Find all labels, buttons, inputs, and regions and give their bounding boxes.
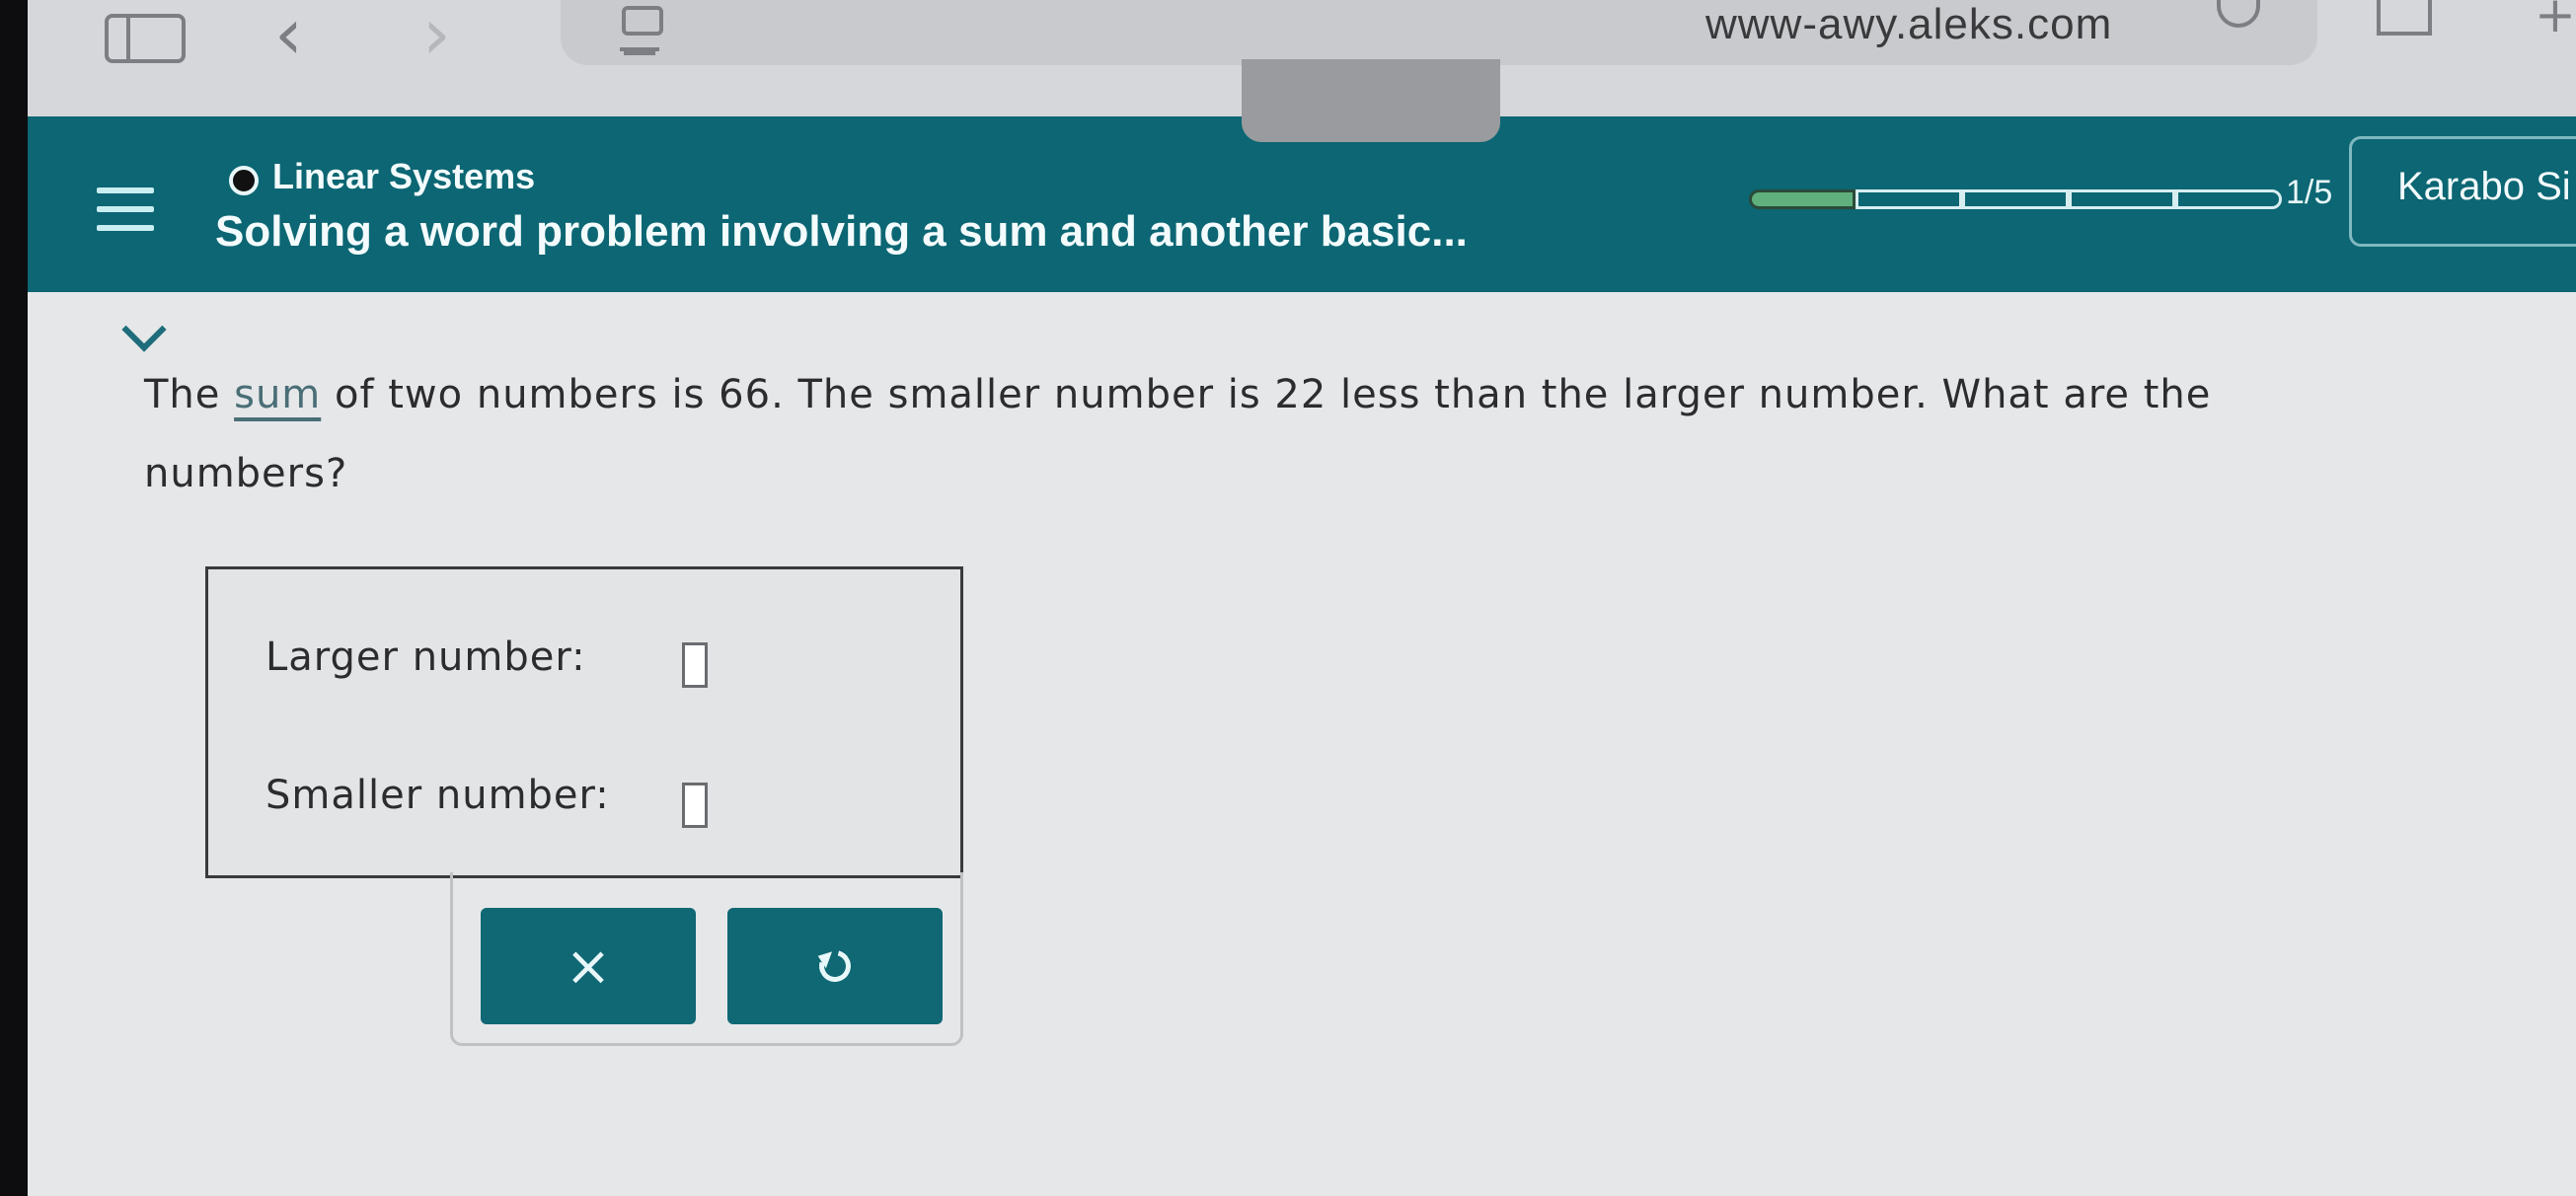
progress-segment-1	[1749, 189, 1856, 209]
answer-panel: Larger number: Smaller number:	[205, 566, 963, 878]
problem-text-rest: of two numbers is 66. The smaller number…	[144, 372, 2212, 496]
problem-statement: The sum of two numbers is 66. The smalle…	[144, 355, 2414, 513]
back-chevron-icon[interactable]: ‹	[274, 0, 303, 75]
clear-button[interactable]: ×	[481, 908, 696, 1024]
undo-icon	[813, 944, 857, 988]
progress-count: 1/5	[2286, 174, 2333, 211]
share-icon[interactable]	[2377, 0, 2432, 36]
user-menu[interactable]: Karabo Si	[2349, 136, 2576, 247]
reader-tabs-icon[interactable]	[620, 0, 663, 55]
larger-number-input[interactable]	[682, 642, 708, 688]
smaller-number-label: Smaller number:	[265, 773, 610, 818]
progress-segment-3	[1962, 189, 2069, 209]
sum-definition-link[interactable]: sum	[234, 372, 321, 417]
device-screen: www-awy.aleks.com ‹ › + Linear Systems S…	[28, 0, 2576, 1196]
aleks-header: Linear Systems Solving a word problem in…	[28, 116, 2576, 292]
progress-segment-4	[2069, 189, 2175, 209]
address-bar-url[interactable]: www-awy.aleks.com	[1705, 0, 2112, 49]
progress-segment-5	[2175, 189, 2282, 209]
close-icon: ×	[565, 934, 612, 999]
window-grabber-handle[interactable]	[1242, 59, 1500, 142]
lesson-title: Solving a word problem involving a sum a…	[215, 207, 1468, 256]
sidebar-toggle-icon[interactable]	[105, 14, 186, 63]
hamburger-menu-icon[interactable]	[97, 187, 154, 231]
forward-chevron-icon[interactable]: ›	[422, 0, 451, 75]
new-tab-icon[interactable]: +	[2535, 0, 2576, 43]
smaller-number-input[interactable]	[682, 783, 708, 828]
topic-label: Linear Systems	[272, 156, 536, 196]
address-bar[interactable]: www-awy.aleks.com	[561, 0, 2317, 65]
topic-status-dot-icon	[229, 166, 259, 195]
undo-button[interactable]	[727, 908, 943, 1024]
user-name[interactable]: Karabo Si	[2397, 165, 2571, 209]
problem-text-start: The	[144, 372, 235, 417]
larger-number-label: Larger number:	[265, 635, 586, 680]
answer-toolbar: ×	[450, 872, 963, 1046]
progress-segment-2	[1856, 189, 1962, 209]
collapse-chevron-icon[interactable]	[114, 314, 174, 353]
progress-bar	[1749, 189, 2282, 209]
